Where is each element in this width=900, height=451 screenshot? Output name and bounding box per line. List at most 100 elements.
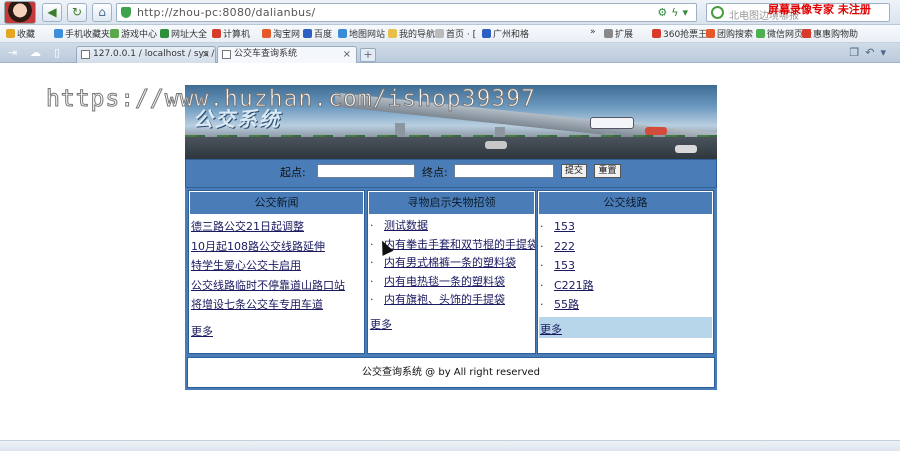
bookmark-label: 网址大全 bbox=[171, 30, 208, 40]
gear-icon[interactable]: ⚙ bbox=[657, 6, 671, 19]
news-item-link[interactable]: 德三路公交21日起调整 bbox=[189, 217, 364, 237]
banner-car bbox=[485, 141, 507, 149]
lost-item-link[interactable]: · 内有电热毯一条的塑料袋 bbox=[368, 273, 535, 292]
dropdown-chevron-icon[interactable]: ▾ bbox=[880, 46, 892, 59]
tab-window-controls[interactable]: ❐↶▾ bbox=[849, 46, 892, 59]
bookmark-item[interactable]: 游戏中心 bbox=[110, 27, 157, 40]
start-label: 起点: bbox=[280, 166, 306, 179]
route-item-link[interactable]: · C221路 bbox=[538, 276, 713, 296]
user-avatar[interactable] bbox=[4, 1, 36, 24]
content-panels: 公交新闻 德三路公交21日起调整 10月起108路公交线路延伸 特学生爱心公交卡启用… bbox=[185, 188, 717, 356]
new-tab-button[interactable]: + bbox=[360, 48, 376, 62]
undo-close-icon[interactable]: ↶ bbox=[865, 46, 880, 59]
bookmark-item[interactable]: 地图网站 bbox=[338, 27, 385, 40]
bookmark-item[interactable]: 惠惠购物助 bbox=[802, 27, 858, 40]
bookmark-item[interactable]: 百度 bbox=[303, 27, 332, 40]
news-more-link[interactable]: 更多 bbox=[191, 323, 213, 339]
lost-item-link[interactable]: · 内有男式棉裤一条的塑料袋 bbox=[368, 254, 535, 273]
bookmark-favicon-icon bbox=[303, 29, 312, 38]
reset-button[interactable]: 重置 bbox=[594, 164, 621, 178]
news-item-link[interactable]: 特学生爱心公交卡启用 bbox=[189, 256, 364, 276]
route-item-link[interactable]: · 153 bbox=[538, 217, 713, 237]
bookmark-favicon-icon bbox=[706, 29, 715, 38]
dropdown-chevron-icon[interactable]: ▾ bbox=[682, 6, 692, 19]
bookmark-label: 我的导航 bbox=[399, 30, 436, 40]
bookmark-item[interactable]: 360抢票王 bbox=[652, 27, 707, 40]
tab-bus-query[interactable]: 公交车查询系统 × bbox=[217, 46, 357, 63]
routes-more-link[interactable]: 更多 bbox=[540, 321, 562, 337]
lost-found-more-link[interactable]: 更多 bbox=[370, 316, 392, 332]
bookmark-label: 广州和格 bbox=[493, 30, 530, 40]
address-url[interactable]: http://zhou-pc:8080/dalianbus/ bbox=[137, 6, 316, 19]
lost-item-link[interactable]: · 内有旗袍、头饰的手提袋 bbox=[368, 291, 535, 310]
bookmark-label: 手机收藏夹 bbox=[65, 30, 111, 40]
bookmark-item[interactable]: 扩展 bbox=[604, 27, 633, 40]
cloud-icon[interactable]: ☁ bbox=[30, 46, 41, 59]
route-item-link[interactable]: · 153 bbox=[538, 256, 713, 276]
banner-road bbox=[185, 137, 717, 159]
window-icon[interactable]: ▯ bbox=[54, 46, 60, 59]
news-item-link[interactable]: 10月起108路公交线路延伸 bbox=[189, 237, 364, 257]
tab-label: 公交车查询系统 bbox=[234, 49, 298, 59]
address-bar-tools[interactable]: ⚙ϟ▾ bbox=[657, 6, 692, 19]
route-item-link[interactable]: · 55路 bbox=[538, 295, 713, 315]
bookmark-item[interactable]: 首页 · [ bbox=[435, 27, 476, 40]
home-button[interactable]: ⌂ bbox=[92, 3, 112, 22]
refresh-button[interactable]: ↻ bbox=[67, 3, 87, 22]
routes-panel-title: 公交线路 bbox=[539, 192, 712, 214]
sidebar-toggle-icon[interactable]: ⇥ bbox=[8, 46, 17, 59]
routes-list: · 153 · 222 · 153 · C221路 · 55路 bbox=[538, 217, 713, 315]
search-engine-icon bbox=[711, 6, 724, 19]
bookmarks-overflow-icon[interactable]: » bbox=[590, 27, 596, 37]
bookmark-item[interactable]: 计算机 bbox=[212, 27, 250, 40]
restore-window-icon[interactable]: ❐ bbox=[849, 46, 865, 59]
news-item-link[interactable]: 将增设七条公交车专用车道 bbox=[189, 295, 364, 315]
news-item-link[interactable]: 公交线路临时不停靠道山路口站 bbox=[189, 276, 364, 296]
tab-label: 127.0.0.1 / localhost / sys / bbox=[93, 49, 215, 59]
bookmark-favicon-icon bbox=[482, 29, 491, 38]
browser-toolbar: ◀ ↻ ⌂ http://zhou-pc:8080/dalianbus/ ⚙ϟ▾… bbox=[0, 0, 900, 25]
address-bar[interactable]: http://zhou-pc:8080/dalianbus/ ⚙ϟ▾ bbox=[116, 3, 697, 22]
bookmark-label: 首页 · [ bbox=[446, 30, 477, 40]
bookmark-favicon-icon bbox=[338, 29, 347, 38]
tab-localhost[interactable]: 127.0.0.1 / localhost / sys / × bbox=[76, 46, 216, 63]
close-tab-icon[interactable]: × bbox=[343, 47, 351, 62]
screen-recorder-label: 屏幕录像专家 未注册 bbox=[768, 3, 871, 16]
bullet-icon: · bbox=[540, 259, 544, 272]
bookmark-label: 淘宝网 bbox=[273, 30, 301, 40]
submit-button[interactable]: 提交 bbox=[561, 164, 587, 178]
bookmark-label: 惠惠购物助 bbox=[813, 30, 859, 40]
bullet-icon: · bbox=[370, 219, 374, 232]
bookmark-label: 百度 bbox=[314, 30, 333, 40]
bookmark-item[interactable]: 收藏 bbox=[6, 27, 35, 40]
bookmark-favicon-icon bbox=[110, 29, 119, 38]
bullet-icon: · bbox=[540, 278, 544, 292]
plus-icon: + bbox=[363, 48, 373, 61]
route-item-link-text: 153 bbox=[554, 220, 575, 233]
close-tab-icon[interactable]: × bbox=[202, 47, 210, 62]
bookmark-favicon-icon bbox=[435, 29, 444, 38]
lost-item-link[interactable]: · 测试数据 bbox=[368, 217, 535, 236]
tab-bar: ⇥ ☁ ▯ 127.0.0.1 / localhost / sys / × 公交… bbox=[0, 43, 900, 63]
bookmark-item[interactable]: 淘宝网 bbox=[262, 27, 300, 40]
news-item-link-text: 10月起108路公交线路延伸 bbox=[191, 239, 325, 253]
bullet-icon: · bbox=[370, 256, 374, 269]
refresh-icon: ↻ bbox=[71, 5, 83, 19]
back-button[interactable]: ◀ bbox=[42, 3, 62, 22]
bookmark-item[interactable]: 团购搜索 bbox=[706, 27, 753, 40]
bookmark-item[interactable]: 广州和格 bbox=[482, 27, 529, 40]
bookmark-label: 360抢票王 bbox=[663, 30, 708, 40]
bookmark-item[interactable]: 网址大全 bbox=[160, 27, 207, 40]
route-item-link-text: 153 bbox=[554, 259, 575, 272]
route-item-link[interactable]: · 222 bbox=[538, 237, 713, 257]
start-input[interactable] bbox=[317, 164, 415, 178]
end-input[interactable] bbox=[454, 164, 554, 178]
bookmark-item[interactable]: 我的导航 bbox=[388, 27, 435, 40]
lightning-icon[interactable]: ϟ bbox=[671, 6, 682, 19]
lost-item-link[interactable]: · 内有拳击手套和双节棍的手提袋 bbox=[368, 236, 535, 255]
lost-found-panel-title: 寻物启示失物招领 bbox=[369, 192, 534, 214]
bookmark-label: 收藏 bbox=[17, 30, 36, 40]
bookmark-item[interactable]: 手机收藏夹 bbox=[54, 27, 110, 40]
footer-text: 公交查询系统 @ by All right reserved bbox=[187, 357, 715, 388]
bullet-icon: · bbox=[540, 298, 544, 311]
